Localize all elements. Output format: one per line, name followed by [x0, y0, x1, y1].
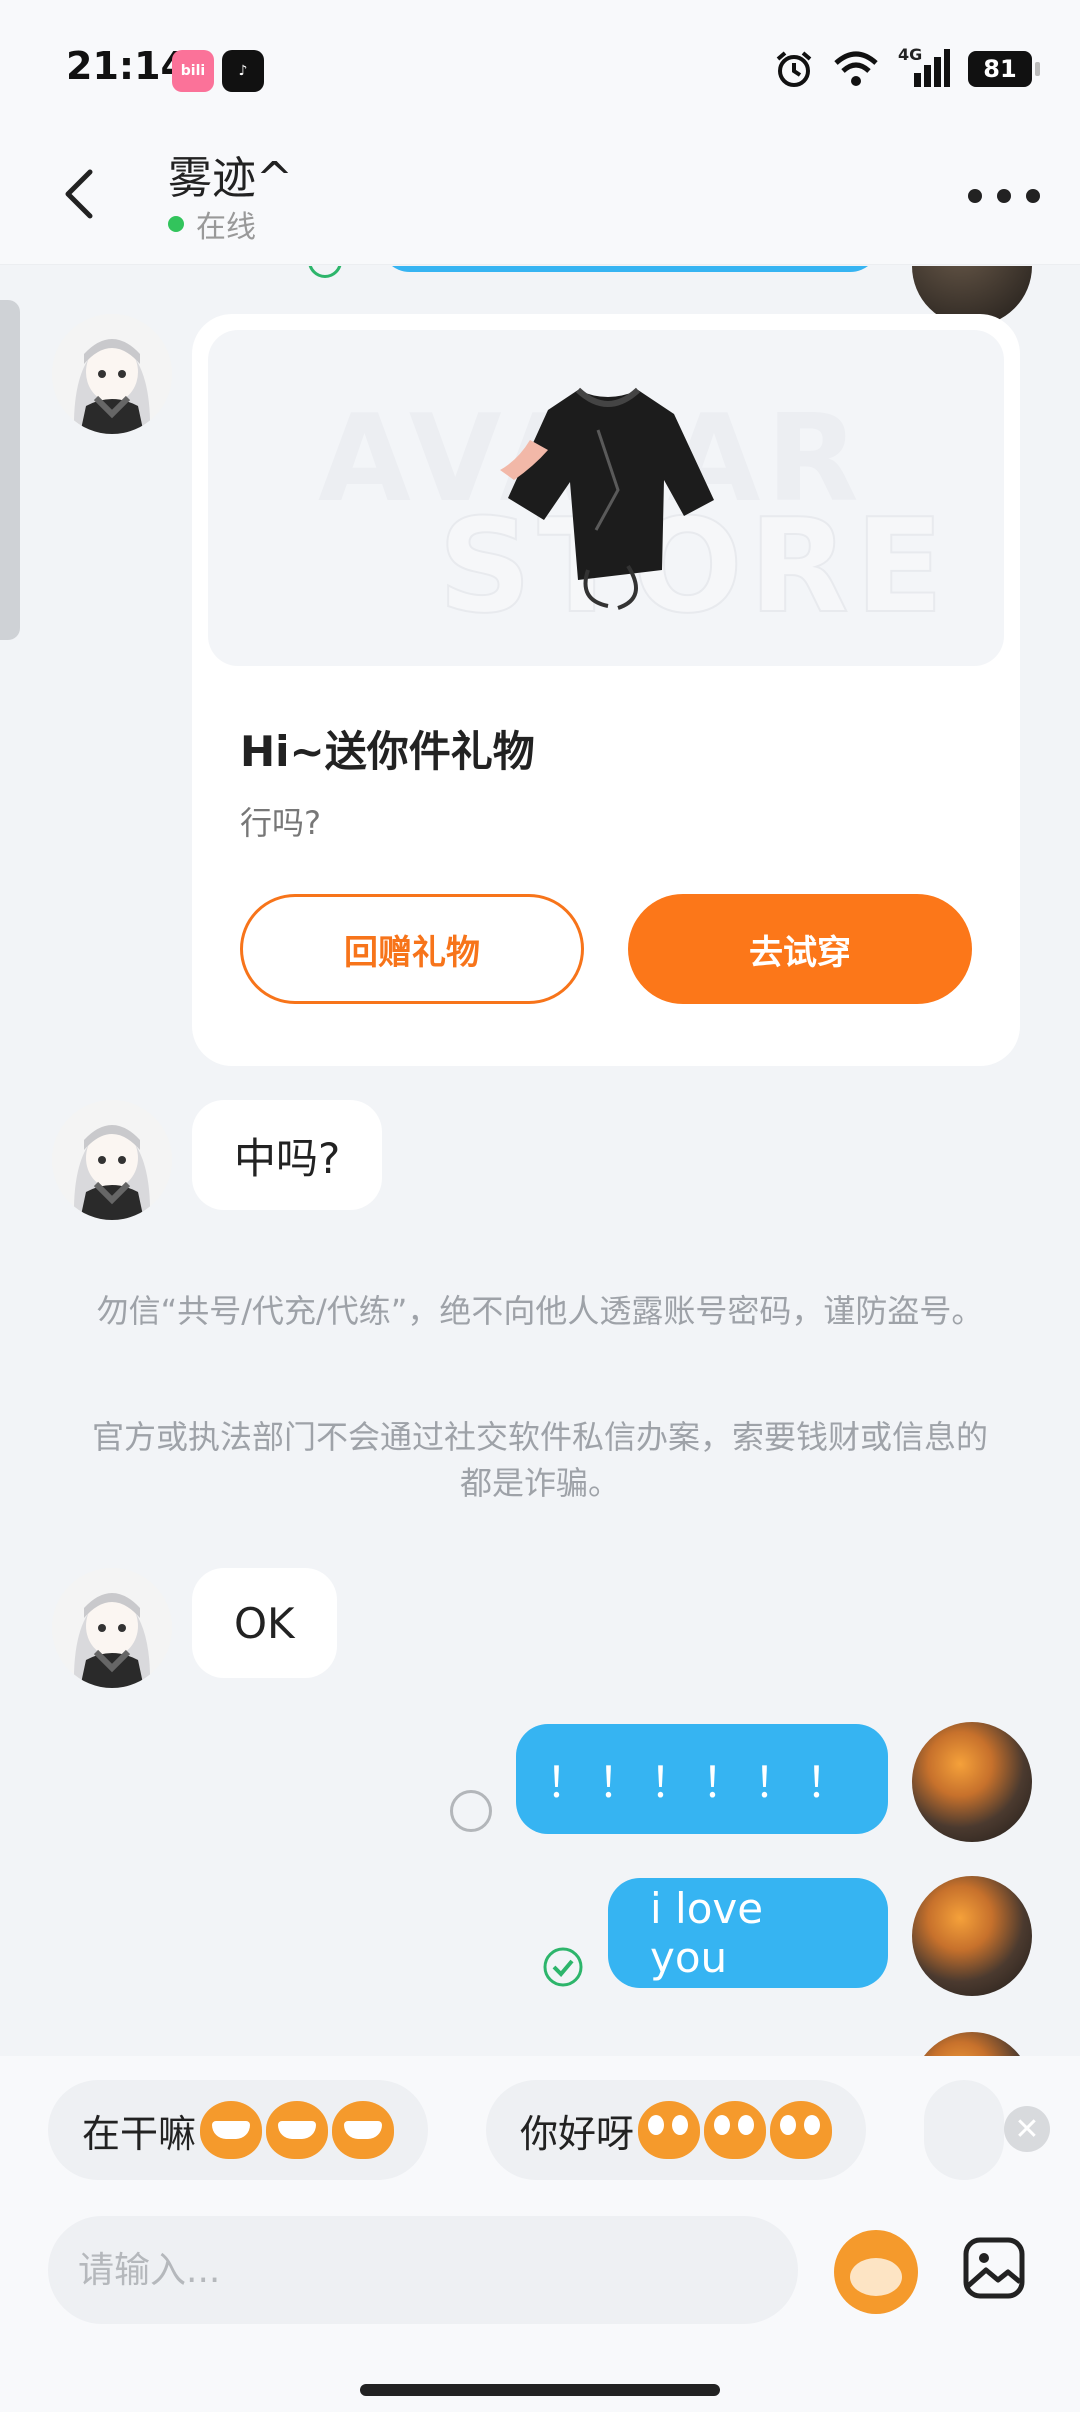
gift-title: Hi~送你件礼物	[240, 727, 535, 776]
surprised-emoji-icon	[638, 2101, 701, 2159]
peer-avatar[interactable]	[52, 1100, 172, 1220]
status-time: 21:14	[66, 44, 187, 88]
back-arrow-icon[interactable]	[52, 164, 112, 224]
self-avatar[interactable]	[912, 2032, 1032, 2056]
read-check-icon	[542, 1946, 584, 1988]
quick-reply-chip[interactable]: 你好呀	[486, 2080, 867, 2180]
wifi-icon	[834, 51, 878, 86]
return-gift-button[interactable]: 回赠礼物	[240, 894, 584, 1004]
quick-reply-bar: 在干嘛 你好呀 ✕	[0, 2056, 1080, 2216]
self-message-bubble[interactable]: ！！！！！！	[516, 1724, 888, 1834]
grin-emoji-icon	[266, 2101, 329, 2159]
peer-message-bubble[interactable]: 中吗?	[192, 1100, 383, 1210]
peer-message-bubble[interactable]: OK	[192, 1568, 337, 1678]
contact-name[interactable]: 雾迹^	[168, 142, 293, 206]
anime-avatar-icon	[52, 314, 172, 434]
previous-self-bubble[interactable]	[380, 266, 880, 272]
gift-preview-image[interactable]: AVATAR STORE	[208, 330, 1004, 666]
quick-reply-chip[interactable]: 在干嘛	[48, 2080, 429, 2180]
more-dot	[968, 189, 982, 203]
safety-notice-account: 勿信“共号/代充/代练”，绝不向他人透露账号密码，谨防盗号。	[96, 1292, 984, 1330]
chat-header: 雾迹^ 在线	[0, 130, 1080, 265]
self-avatar[interactable]	[912, 1876, 1032, 1996]
safety-notice-fraud: 官方或执法部门不会通过社交软件私信办案，索要钱财或信息的都是诈骗。	[91, 1418, 988, 1502]
try-on-button[interactable]: 去试穿	[628, 894, 972, 1004]
image-picker-icon[interactable]	[962, 2236, 1026, 2300]
read-check-icon	[308, 266, 342, 278]
sending-status-icon	[450, 1790, 492, 1832]
sticker-icon[interactable]	[834, 2230, 918, 2314]
input-bar	[0, 2216, 1080, 2412]
close-quick-replies-icon[interactable]: ✕	[1004, 2106, 1050, 2152]
scroll-handle[interactable]	[0, 300, 20, 640]
gift-subtitle: 行吗?	[240, 804, 321, 842]
status-bar: 21:14 bili ♪ 4G 81	[0, 0, 1080, 130]
more-dot	[997, 189, 1011, 203]
anime-avatar-icon	[52, 1568, 172, 1688]
gift-card[interactable]: AVATAR STORE Hi~送你件礼物 行吗? 回赠礼物 去试穿	[192, 314, 1020, 1066]
peer-avatar[interactable]	[52, 314, 172, 434]
bilibili-icon: bili	[172, 50, 214, 92]
quick-reply-text: 在干嘛	[82, 2111, 197, 2156]
anime-avatar-icon	[52, 1100, 172, 1220]
presence-label: 在线	[196, 210, 256, 245]
chat-message-list[interactable]: AVATAR STORE Hi~送你件礼物 行吗? 回赠礼物 去试穿 中吗?	[0, 266, 1080, 2056]
grin-emoji-icon	[200, 2101, 263, 2159]
grin-emoji-icon	[332, 2101, 395, 2159]
tiktok-icon: ♪	[222, 50, 264, 92]
alarm-icon	[776, 51, 812, 87]
surprised-emoji-icon	[770, 2101, 833, 2159]
self-avatar[interactable]	[912, 1722, 1032, 1842]
more-dot	[1026, 189, 1040, 203]
home-indicator[interactable]	[360, 2384, 720, 2396]
cell-signal-icon: 4G	[898, 45, 950, 89]
presence-status: 在线	[168, 202, 256, 246]
quick-reply-chip[interactable]	[924, 2080, 1004, 2180]
surprised-emoji-icon	[704, 2101, 767, 2159]
status-icons: 4G 81	[774, 45, 1040, 92]
message-input[interactable]	[48, 2216, 798, 2324]
self-message-bubble[interactable]: i love you	[608, 1878, 888, 1988]
gift-clothing-icon	[500, 387, 714, 610]
peer-avatar[interactable]	[52, 1568, 172, 1688]
quick-reply-text: 你好呀	[520, 2111, 635, 2156]
battery-icon: 81	[968, 51, 1040, 87]
online-dot-icon	[168, 216, 184, 232]
more-options-button[interactable]	[968, 176, 1040, 216]
